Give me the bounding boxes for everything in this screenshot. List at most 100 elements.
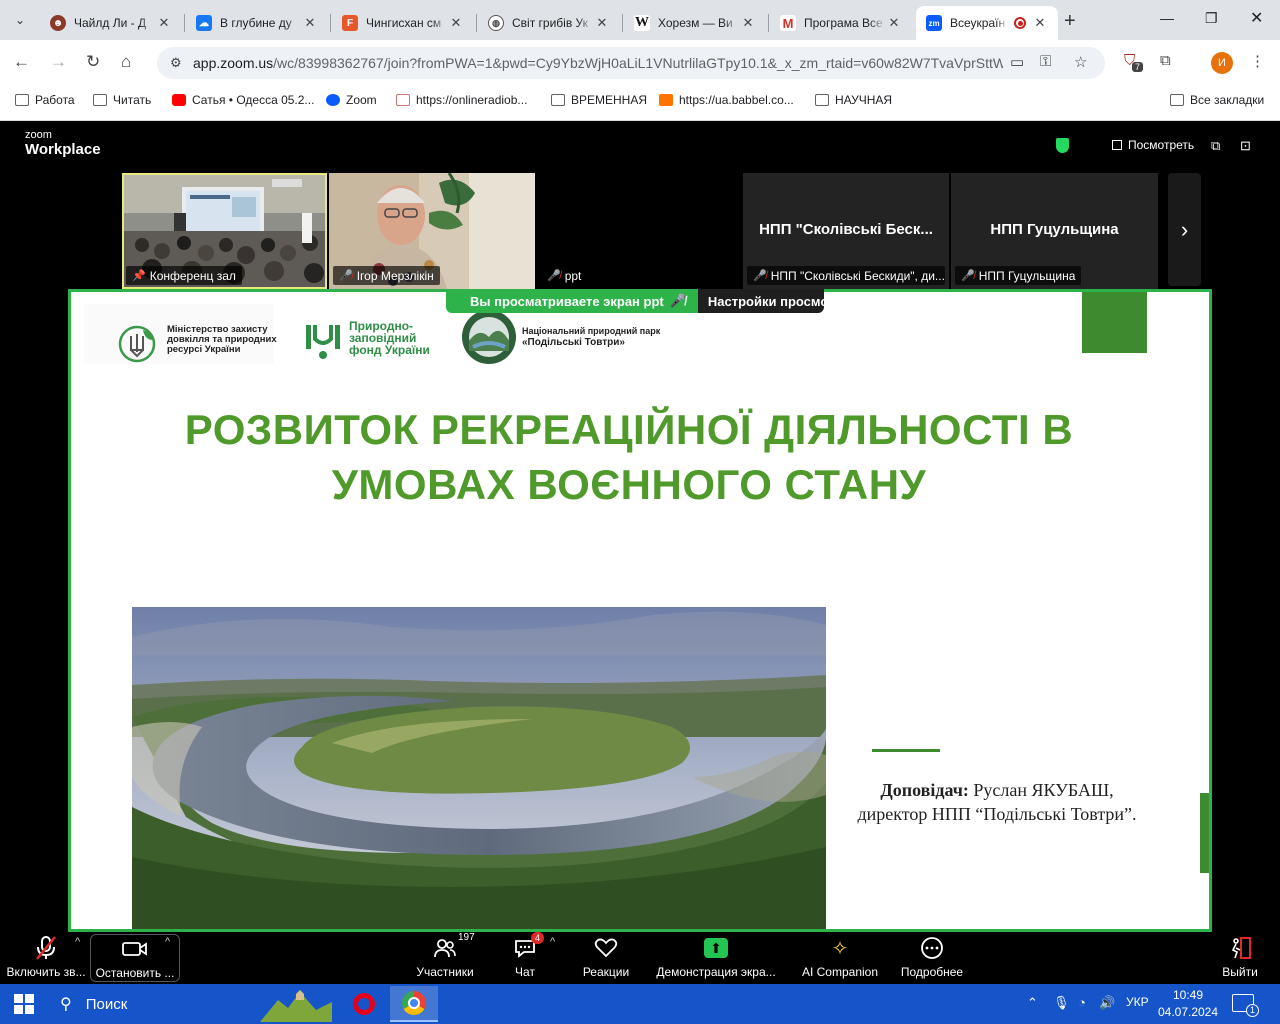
volume-icon[interactable]: 🔊 [1099,995,1115,1011]
close-tab-icon[interactable]: ✕ [302,15,318,31]
participants-count: 197 [458,932,475,943]
close-tab-icon[interactable]: ✕ [156,15,172,31]
minimize-icon[interactable]: — [1160,10,1174,26]
folder-icon [551,94,565,106]
bookmark-item[interactable]: https://onlineradiob... [396,93,527,107]
bookmark-item[interactable]: Zoom [326,93,377,107]
folder-icon [93,94,107,106]
language-indicator[interactable]: УКР [1126,995,1149,1009]
slide-green-square [1082,292,1147,353]
muted-mic-icon: 🎤̸ [753,270,767,282]
picture-in-picture-icon[interactable]: ⧉ [1211,138,1220,154]
speaker-info: Доповідач: Руслан ЯКУБАШ, директор НПП “… [857,780,1137,824]
leave-door-icon [1228,934,1252,962]
participant-name: 🎤̸ НПП "Сколівські Бескиди", ди... [747,266,945,285]
site-info-icon[interactable]: ⚙ [170,55,182,71]
participant-name: 🎤̸ Ігор Мерзлікін [333,266,440,285]
extensions-puzzle-icon[interactable]: ⧉ [1160,52,1171,69]
bookmark-item[interactable]: ВРЕМЕННАЯ [551,93,647,107]
close-tab-icon[interactable]: ✕ [594,15,610,31]
gallery-next-arrow-icon[interactable]: › [1168,173,1201,286]
close-tab-icon[interactable]: ✕ [886,15,902,31]
participant-big-name: НПП "Сколівські Беск... [759,221,933,238]
heart-icon [594,934,618,962]
windows-start-icon[interactable] [14,994,34,1014]
restore-icon[interactable]: ❐ [1205,10,1218,27]
bookmark-item[interactable]: Работа [15,93,75,107]
bookmark-item[interactable]: НАУЧНАЯ [815,93,892,107]
ministry-logo-text: Міністерство захисту довкілля та природн… [167,324,277,355]
recording-icon [1014,17,1026,29]
zoom-logo: zoom Workplace [25,129,101,158]
video-camera-icon[interactable]: ▭ [1010,53,1024,71]
forward-icon[interactable]: → [50,52,67,72]
gmail-icon: M [780,15,796,31]
fullscreen-icon[interactable]: ⊡ [1240,138,1251,154]
home-icon[interactable]: ⌂ [121,52,131,72]
all-bookmarks[interactable]: Все закладки [1170,93,1264,107]
bookmark-item[interactable]: https://ua.babbel.co... [659,93,794,107]
participant-tile[interactable]: 🎤̸ Ігор Мерзлікін [329,173,535,289]
close-window-icon[interactable]: ✕ [1250,8,1263,28]
url-text[interactable]: app.zoom.us/wc/83998362767/join?fromPWA=… [193,55,1003,71]
slide-green-bar [1200,793,1209,873]
view-options-button[interactable]: Настройки просмотра [697,289,824,313]
unmute-button[interactable]: Включить зв... [6,934,86,982]
audio-options-caret-icon[interactable]: ^ [75,936,80,948]
reactions-button[interactable]: Реакции [578,934,634,982]
participants-icon: 197 [434,932,475,962]
taskbar-search[interactable]: ⚲ Поиск [48,984,248,1024]
video-options-caret-icon[interactable]: ^ [165,936,170,948]
key-icon[interactable]: ⚿ [1040,53,1051,70]
browser-tab[interactable]: ◍ Світ грибів Ук ✕ [478,6,620,40]
taskbar-clock[interactable]: 10:49 04.07.2024 [1156,987,1220,1021]
pzf-logo-text: Природно-заповідний фонд України [349,319,430,357]
participant-tile[interactable]: НПП Гуцульщина 🎤̸ НПП Гуцульщина [951,173,1158,289]
browser-tab[interactable]: W Хорезм — Ви ✕ [624,6,766,40]
bookmark-item[interactable]: Читать [93,93,151,107]
zoom-icon: zm [926,15,942,31]
slide-title: РОЗВИТОК РЕКРЕАЦІЙНОЇ ДІЯЛЬНОСТІ В УМОВА… [184,406,1074,508]
zoom-toolbar [0,932,1280,984]
encryption-shield-icon[interactable] [1056,138,1069,153]
participant-tile[interactable]: 📌 Конференц зал [122,173,327,289]
participant-tile[interactable]: 🎤̸ ppt [537,173,741,289]
back-icon[interactable]: ← [13,52,30,72]
browser-tab[interactable]: ☁ В глубине ду ✕ [186,6,328,40]
new-tab-button[interactable]: + [1064,10,1076,33]
ai-companion-button[interactable]: ✧ AI Companion [800,934,880,982]
tab-search-chevron-icon[interactable]: ⌄ [8,8,32,32]
extension-badge: 7 [1132,62,1144,72]
browser-tab-active[interactable]: zm Всеукраїн ✕ [916,6,1058,40]
browser-tab[interactable]: F Чингисхан см ✕ [332,6,474,40]
menu-kebab-icon[interactable]: ⋮ [1250,52,1265,70]
network-icon[interactable]: ◔ [1078,995,1086,1010]
participants-button[interactable]: 197 Участники [414,932,476,982]
tray-chevron-icon[interactable]: ⌃ [1027,995,1038,1011]
chat-options-caret-icon[interactable]: ^ [550,936,555,948]
view-button[interactable]: Посмотреть [1112,138,1194,152]
browser-tab[interactable]: M Програма Все ✕ [770,6,912,40]
microphone-tray-icon[interactable]: 🎙 [1053,995,1070,1011]
notifications-icon[interactable]: 1 [1232,994,1259,1017]
share-screen-button[interactable]: ⬆ Демонстрация экра... [655,934,777,982]
participant-tile[interactable]: НПП "Сколівські Беск... 🎤̸ НПП "Сколівськ… [743,173,949,289]
opera-taskbar-icon[interactable] [340,986,388,1022]
close-tab-icon[interactable]: ✕ [448,15,464,31]
more-button[interactable]: Подробнее [899,934,965,982]
chat-button[interactable]: 4 Чат [505,932,545,982]
star-icon[interactable]: ☆ [1074,53,1087,71]
bookmark-item[interactable]: Сатья • Одесса 05.2... [172,93,314,107]
browser-tab[interactable]: ☻ Чайлд Ли - Д ✕ [40,6,182,40]
close-tab-icon[interactable]: ✕ [1032,15,1048,31]
chrome-taskbar-icon[interactable] [390,986,438,1022]
slide-green-line [872,749,940,752]
landscape-widget-icon[interactable] [260,986,332,1022]
video-camera-icon [122,935,148,963]
extension-shield-icon[interactable]: ⛉ 7 [1124,52,1144,72]
leave-button[interactable]: Выйти [1220,934,1260,982]
profile-avatar[interactable]: И [1211,52,1233,74]
pin-icon: 📌 [132,270,146,282]
reload-icon[interactable]: ↻ [86,52,100,72]
close-tab-icon[interactable]: ✕ [740,15,756,31]
